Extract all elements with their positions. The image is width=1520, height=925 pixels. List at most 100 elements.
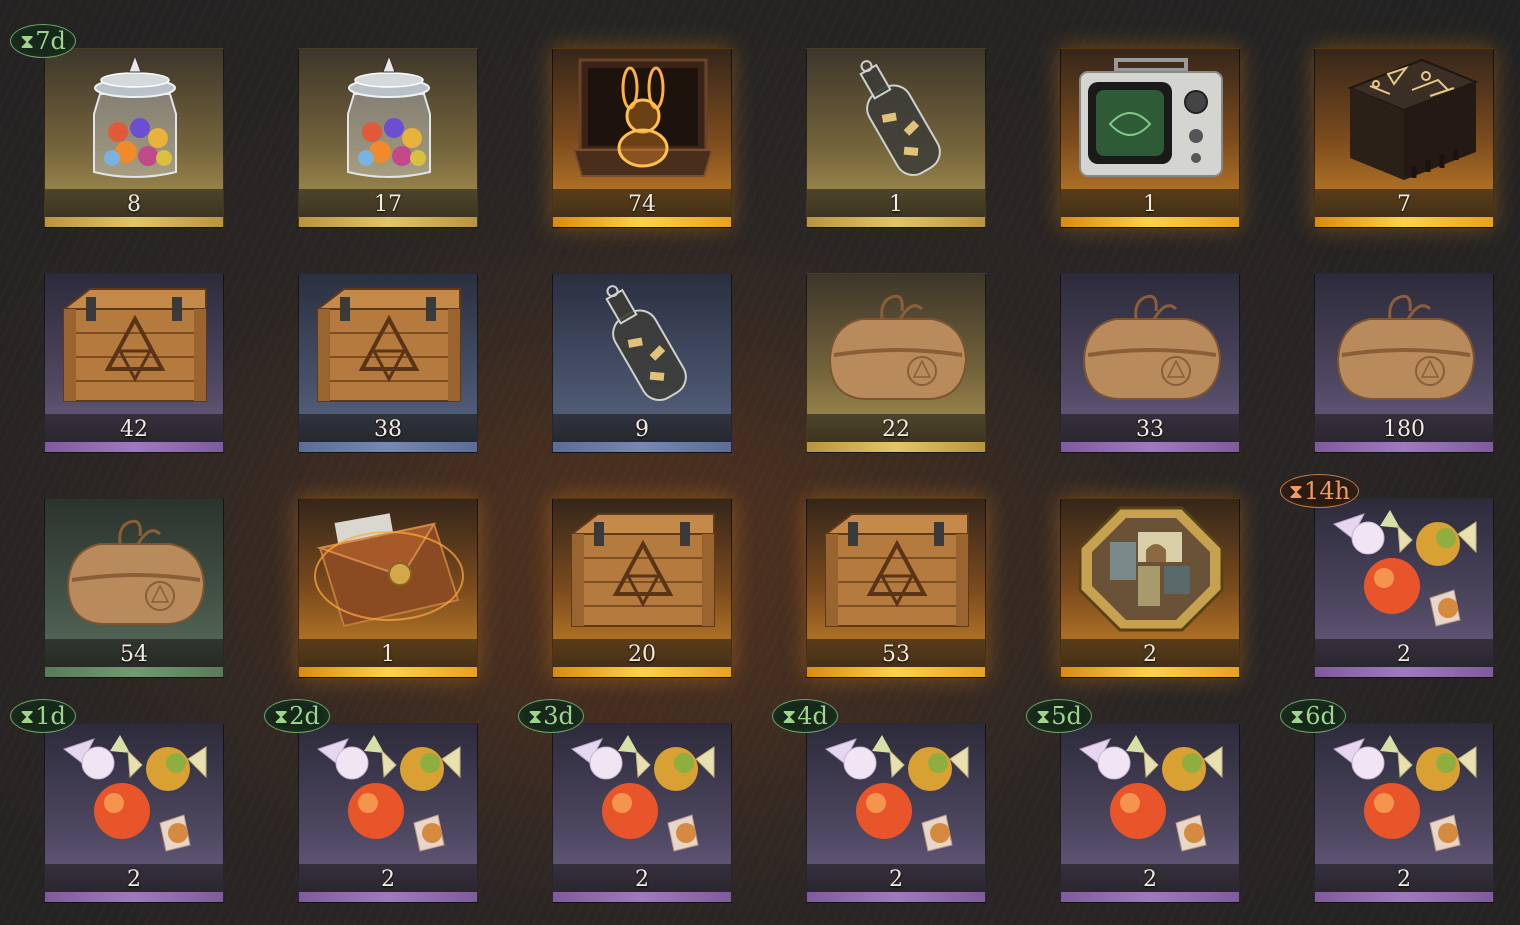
wooden-crate-icon bbox=[807, 499, 985, 639]
slot-card: 180 bbox=[1314, 273, 1494, 453]
timer-text: 7d bbox=[35, 27, 66, 55]
inventory-slot[interactable]: 38 bbox=[298, 273, 478, 453]
rarity-bar bbox=[45, 217, 223, 227]
hourglass-icon: ⧗ bbox=[1290, 704, 1305, 728]
slot-card: 9 bbox=[552, 273, 732, 453]
inventory-slot[interactable]: 2 ⧗ 3d bbox=[518, 699, 732, 903]
paper-parcel-icon bbox=[1315, 274, 1493, 414]
rarity-bar bbox=[299, 217, 477, 227]
count-band: 2 bbox=[1061, 639, 1239, 669]
rarity-bar bbox=[45, 892, 223, 902]
rarity-bar bbox=[299, 667, 477, 677]
inventory-slot[interactable]: 17 bbox=[298, 48, 478, 228]
slot-card: 38 bbox=[298, 273, 478, 453]
rarity-bar bbox=[1315, 217, 1493, 227]
inventory-slot[interactable]: 1 bbox=[806, 48, 986, 228]
item-count: 2 bbox=[635, 866, 649, 892]
slot-card: 2 bbox=[1060, 498, 1240, 678]
inventory-slot[interactable]: 74 bbox=[552, 48, 732, 228]
count-band: 2 bbox=[1315, 639, 1493, 669]
inventory-slot[interactable]: 8 ⧗ 7d bbox=[10, 24, 224, 228]
item-count: 2 bbox=[1397, 641, 1411, 667]
inventory-slot[interactable]: 2 ⧗ 5d bbox=[1026, 699, 1240, 903]
item-count: 2 bbox=[1143, 641, 1157, 667]
candies-icon bbox=[45, 724, 223, 864]
timer-text: 14h bbox=[1304, 477, 1351, 505]
inventory-slot[interactable]: 20 bbox=[552, 498, 732, 678]
glowing-rabbit-box-icon bbox=[553, 49, 731, 189]
count-band: 9 bbox=[553, 414, 731, 444]
rarity-bar bbox=[1061, 442, 1239, 452]
rarity-bar bbox=[1315, 892, 1493, 902]
inventory-slot[interactable]: 2 ⧗ 6d bbox=[1280, 699, 1494, 903]
radio-monitor-icon bbox=[1061, 49, 1239, 189]
slot-card: 7 bbox=[1314, 48, 1494, 228]
rarity-bar bbox=[807, 442, 985, 452]
item-count: 22 bbox=[882, 416, 910, 442]
item-count: 54 bbox=[120, 641, 148, 667]
rarity-bar bbox=[45, 667, 223, 677]
candies-icon bbox=[1061, 724, 1239, 864]
expiry-timer-badge: ⧗ 3d bbox=[518, 699, 584, 733]
rarity-bar bbox=[1061, 217, 1239, 227]
timer-text: 4d bbox=[797, 702, 828, 730]
slot-card: 2 bbox=[44, 723, 224, 903]
inventory-slot[interactable]: 9 bbox=[552, 273, 732, 453]
item-count: 2 bbox=[1397, 866, 1411, 892]
rarity-bar bbox=[1315, 667, 1493, 677]
bottle-with-notes-icon bbox=[553, 274, 731, 414]
wooden-crate-icon bbox=[553, 499, 731, 639]
slot-card: 1 bbox=[298, 498, 478, 678]
inventory-slot[interactable]: 42 bbox=[44, 273, 224, 453]
count-band: 1 bbox=[1061, 189, 1239, 219]
item-count: 1 bbox=[1143, 191, 1157, 217]
inventory-slot[interactable]: 7 bbox=[1314, 48, 1494, 228]
slot-card: 53 bbox=[806, 498, 986, 678]
rarity-bar bbox=[299, 892, 477, 902]
count-band: 2 bbox=[299, 864, 477, 894]
item-count: 2 bbox=[1143, 866, 1157, 892]
count-band: 53 bbox=[807, 639, 985, 669]
slot-card: 2 bbox=[1060, 723, 1240, 903]
expiry-timer-badge: ⧗ 14h bbox=[1280, 474, 1360, 508]
inventory-slot[interactable]: 2 ⧗ 2d bbox=[264, 699, 478, 903]
item-count: 2 bbox=[127, 866, 141, 892]
slot-card: 33 bbox=[1060, 273, 1240, 453]
slot-card: 8 bbox=[44, 48, 224, 228]
item-count: 53 bbox=[882, 641, 910, 667]
slot-card: 54 bbox=[44, 498, 224, 678]
count-band: 7 bbox=[1315, 189, 1493, 219]
item-count: 180 bbox=[1383, 416, 1425, 442]
count-band: 2 bbox=[553, 864, 731, 894]
count-band: 33 bbox=[1061, 414, 1239, 444]
rarity-bar bbox=[807, 667, 985, 677]
inventory-slot[interactable]: 22 bbox=[806, 273, 986, 453]
rarity-bar bbox=[553, 892, 731, 902]
inventory-slot[interactable]: 1 bbox=[1060, 48, 1240, 228]
jar-of-marbles-icon bbox=[299, 49, 477, 189]
timer-text: 6d bbox=[1305, 702, 1336, 730]
inventory-slot[interactable]: 2 ⧗ 4d bbox=[772, 699, 986, 903]
hourglass-icon: ⧗ bbox=[274, 704, 289, 728]
inventory-slot[interactable]: 53 bbox=[806, 498, 986, 678]
inventory-slot[interactable]: 2 ⧗ 1d bbox=[10, 699, 224, 903]
inventory-slot[interactable]: 2 bbox=[1060, 498, 1240, 678]
slot-card: 22 bbox=[806, 273, 986, 453]
rarity-bar bbox=[553, 667, 731, 677]
inventory-slot[interactable]: 1 bbox=[298, 498, 478, 678]
item-count: 7 bbox=[1397, 191, 1411, 217]
rarity-bar bbox=[1061, 892, 1239, 902]
count-band: 180 bbox=[1315, 414, 1493, 444]
inventory-slot[interactable]: 180 bbox=[1314, 273, 1494, 453]
rarity-bar bbox=[807, 217, 985, 227]
inventory-slot[interactable]: 2 ⧗ 14h bbox=[1280, 474, 1494, 678]
inventory-slot[interactable]: 33 bbox=[1060, 273, 1240, 453]
bottle-with-notes-icon bbox=[807, 49, 985, 189]
slot-card: 2 bbox=[298, 723, 478, 903]
rarity-bar bbox=[807, 892, 985, 902]
item-count: 2 bbox=[381, 866, 395, 892]
rune-wooden-block-icon bbox=[1315, 49, 1493, 189]
timer-text: 2d bbox=[289, 702, 320, 730]
slot-card: 2 bbox=[1314, 498, 1494, 678]
inventory-slot[interactable]: 54 bbox=[44, 498, 224, 678]
